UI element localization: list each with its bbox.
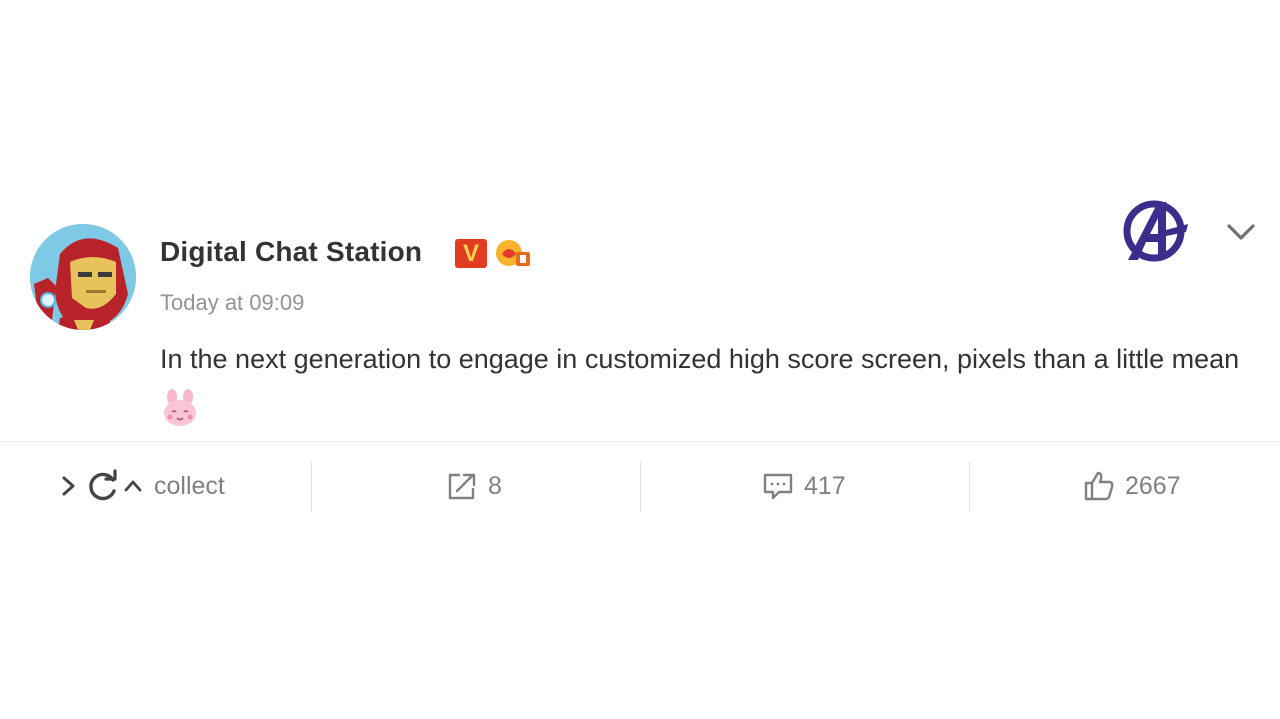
author-name[interactable]: Digital Chat Station bbox=[160, 236, 422, 268]
refresh-icon bbox=[86, 469, 120, 503]
like-count: 2667 bbox=[1125, 471, 1181, 500]
bunny-emoji-icon bbox=[160, 388, 200, 428]
repost-count: 8 bbox=[488, 471, 502, 500]
author-avatar[interactable] bbox=[30, 224, 136, 330]
post-timestamp[interactable]: Today at 09:09 bbox=[160, 290, 304, 316]
post-text: In the next generation to engage in cust… bbox=[160, 334, 1260, 434]
collect-label: collect bbox=[154, 471, 225, 500]
chevron-right-icon bbox=[60, 472, 78, 500]
collect-button[interactable]: collect bbox=[60, 458, 225, 514]
comment-icon bbox=[762, 471, 794, 501]
like-button[interactable]: 2667 bbox=[1083, 458, 1181, 514]
fan-badge-icon bbox=[494, 238, 532, 270]
action-separator bbox=[640, 462, 641, 512]
repost-button[interactable]: 8 bbox=[446, 458, 502, 514]
weibo-post: Digital Chat Station V Today at 09:09 In… bbox=[0, 0, 1280, 719]
action-separator bbox=[969, 462, 970, 512]
action-bar: collect 8 417 2667 bbox=[0, 458, 1280, 514]
chevron-up-icon bbox=[122, 474, 144, 498]
verified-badge-icon: V bbox=[455, 239, 487, 268]
divider bbox=[0, 441, 1280, 442]
post-text-content: In the next generation to engage in cust… bbox=[160, 344, 1240, 374]
repost-icon bbox=[446, 471, 478, 501]
avengers-logo-icon bbox=[1120, 198, 1190, 264]
thumbs-up-icon bbox=[1083, 470, 1115, 502]
action-separator bbox=[311, 462, 312, 512]
iron-man-avatar-icon bbox=[30, 224, 136, 330]
comment-count: 417 bbox=[804, 471, 846, 500]
chevron-down-icon[interactable] bbox=[1225, 220, 1257, 244]
comment-button[interactable]: 417 bbox=[762, 458, 846, 514]
